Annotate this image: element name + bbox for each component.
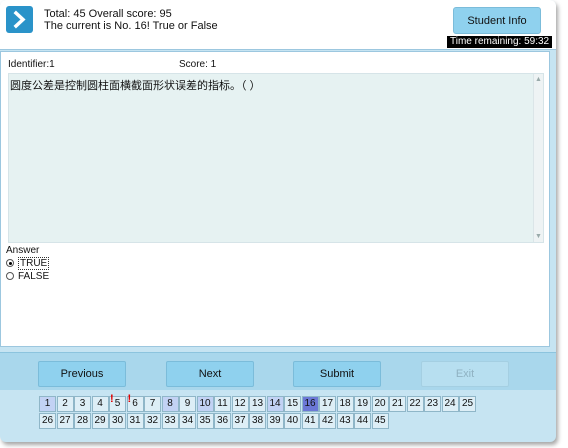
question-number-cell[interactable]: 10 xyxy=(196,396,214,412)
question-number-cell[interactable]: 17 xyxy=(319,396,336,412)
question-number-cell[interactable]: 23 xyxy=(424,396,441,412)
question-number-cell[interactable]: 44 xyxy=(354,413,371,429)
question-number-cell[interactable]: 25 xyxy=(459,396,476,412)
question-number-cell[interactable]: 2 xyxy=(56,396,74,412)
question-identifier: Identifier:1 xyxy=(8,59,55,70)
question-number-cell[interactable]: 33 xyxy=(161,413,179,429)
question-number-cell[interactable]: ! 6 xyxy=(126,393,144,412)
question-number-cell[interactable]: 21 xyxy=(389,396,406,412)
question-score: Score: 1 xyxy=(179,59,217,70)
option-label-false[interactable]: FALSE xyxy=(18,271,49,282)
question-number-cell[interactable]: 15 xyxy=(284,396,301,412)
question-number-cell[interactable]: 43 xyxy=(336,413,354,429)
flag-icon: ! xyxy=(110,393,114,405)
previous-button[interactable]: Previous xyxy=(38,361,126,387)
question-number-cell[interactable]: 9 xyxy=(179,396,196,412)
question-number-cell[interactable]: 31 xyxy=(126,413,144,429)
scroll-up-icon[interactable]: ▲ xyxy=(535,76,542,83)
answer-label: Answer xyxy=(6,245,40,256)
question-number-cell[interactable]: 16 xyxy=(301,396,319,412)
question-number-label: 5 xyxy=(114,398,121,409)
time-remaining: Time remaining: 59:32 xyxy=(447,36,553,48)
question-number-cell[interactable]: 41 xyxy=(301,413,319,429)
header: Total: 45 Overall score: 95 The current … xyxy=(0,0,556,50)
question-number-cell[interactable]: 20 xyxy=(371,396,389,412)
scroll-down-icon[interactable]: ▼ xyxy=(535,233,542,240)
question-number-cell[interactable]: 27 xyxy=(56,413,74,429)
question-panel: Identifier:1 Score: 1 圆度公差是控制圆柱面横截面形状误差的… xyxy=(0,51,550,347)
question-number-cell[interactable]: 24 xyxy=(441,396,459,412)
question-number-label: 6 xyxy=(132,398,138,409)
question-number-cell[interactable]: ! 5 xyxy=(109,393,126,412)
submit-button[interactable]: Submit xyxy=(293,361,381,387)
question-number-cell[interactable]: 37 xyxy=(231,413,249,429)
question-number-cell[interactable]: 19 xyxy=(354,396,371,412)
question-number-cell[interactable]: 14 xyxy=(266,396,284,412)
chevron-right-icon-graphic xyxy=(13,10,26,29)
student-info-button[interactable]: Student Info xyxy=(453,7,541,34)
question-number-cell[interactable]: 22 xyxy=(406,396,424,412)
question-number-cell[interactable]: 45 xyxy=(371,413,389,429)
question-number-cell[interactable]: 38 xyxy=(249,413,266,429)
question-number-cell[interactable]: 34 xyxy=(179,413,196,429)
answer-option-false[interactable]: FALSE xyxy=(6,270,49,282)
flag-icon: ! xyxy=(127,393,132,405)
question-number-cell[interactable]: 40 xyxy=(284,413,301,429)
radio-true[interactable] xyxy=(6,259,14,267)
question-number-cell[interactable]: 28 xyxy=(74,413,91,429)
question-number-cell[interactable]: 36 xyxy=(214,413,231,429)
answer-option-true[interactable]: TRUE xyxy=(6,256,50,270)
chevron-right-icon xyxy=(6,6,33,33)
question-number-cell[interactable]: 26 xyxy=(39,413,56,429)
question-number-cell[interactable]: 29 xyxy=(91,413,109,429)
question-number-cell[interactable]: 4 xyxy=(91,396,109,412)
option-label-true[interactable]: TRUE xyxy=(18,256,50,270)
question-number-cell[interactable]: 18 xyxy=(336,396,354,412)
question-number-cell[interactable]: 30 xyxy=(109,413,126,429)
radio-false[interactable] xyxy=(6,272,14,280)
exam-window: Total: 45 Overall score: 95 The current … xyxy=(0,0,556,442)
question-number-cell[interactable]: 7 xyxy=(144,396,161,412)
question-number-cell[interactable]: 11 xyxy=(214,396,231,412)
question-scrollbar[interactable]: ▲ ▼ xyxy=(533,74,543,242)
question-number-cell[interactable]: 39 xyxy=(266,413,284,429)
question-text-area[interactable]: 圆度公差是控制圆柱面横截面形状误差的指标。（ ） ▲ ▼ xyxy=(8,73,544,243)
question-number-cell[interactable]: 13 xyxy=(249,396,266,412)
next-button[interactable]: Next xyxy=(166,361,254,387)
question-number-cell[interactable]: 8 xyxy=(161,396,179,412)
question-number-cell[interactable]: 3 xyxy=(74,396,91,412)
navigation-bar: Previous Next Submit Exit xyxy=(0,352,556,390)
exit-button[interactable]: Exit xyxy=(421,361,509,387)
question-number-cell[interactable]: 1 xyxy=(39,396,56,412)
question-number-cell[interactable]: 12 xyxy=(231,396,249,412)
current-question-text: The current is No. 16! True or False xyxy=(44,20,218,32)
total-score-text: Total: 45 Overall score: 95 xyxy=(44,8,172,20)
question-number-cell[interactable]: 42 xyxy=(319,413,336,429)
question-number-cell[interactable]: 32 xyxy=(144,413,161,429)
question-number-cell[interactable]: 35 xyxy=(196,413,214,429)
question-text: 圆度公差是控制圆柱面横截面形状误差的指标。（ ） xyxy=(10,80,261,92)
